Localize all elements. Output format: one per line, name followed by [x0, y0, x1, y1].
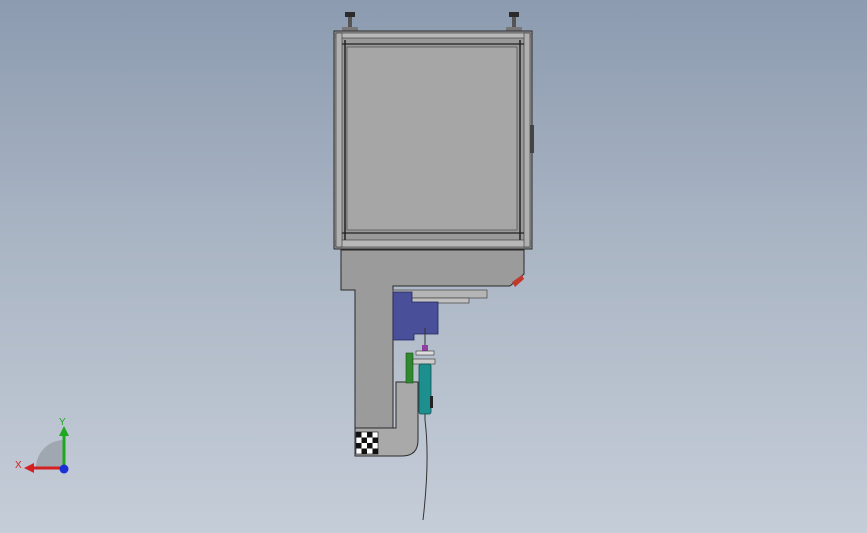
z-axis-dot-icon [59, 464, 69, 474]
triad-y-label: Y [59, 417, 66, 428]
x-axis-arrow-icon [24, 463, 34, 473]
enclosure-frame[interactable] [333, 30, 534, 250]
graphics-viewport[interactable] [0, 0, 867, 533]
leveling-foot-left-icon [342, 12, 358, 31]
triad-x-label: X [15, 460, 22, 471]
leveling-foot-right-icon [506, 12, 522, 31]
green-bracket [405, 352, 414, 384]
checker-pad-icon [355, 431, 379, 455]
side-latch [530, 125, 534, 153]
enclosure-panel [346, 46, 518, 231]
triad-plane [36, 440, 64, 468]
coordinate-triad[interactable]: Y X [12, 412, 82, 482]
